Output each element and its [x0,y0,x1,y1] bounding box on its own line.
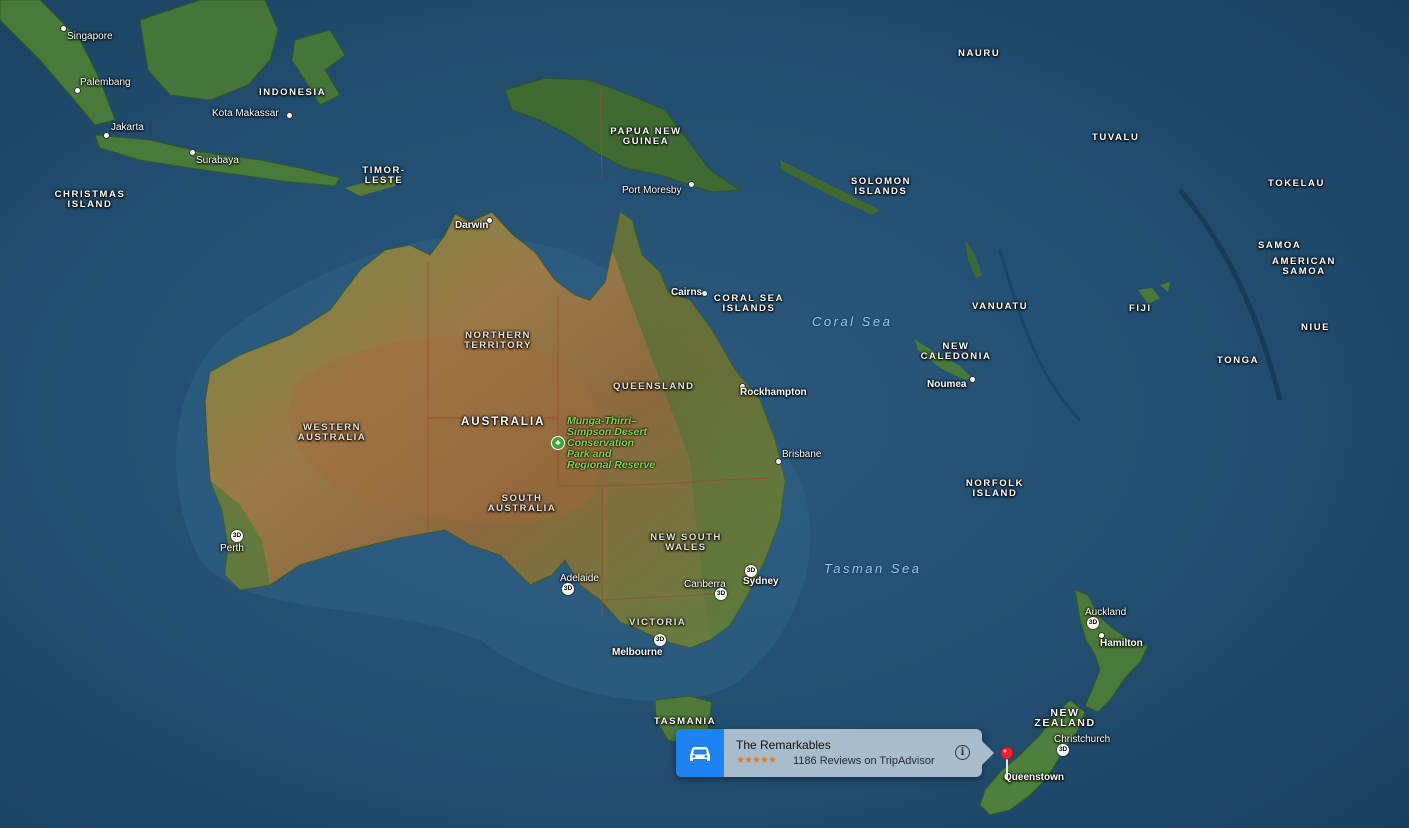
label-jakarta[interactable]: Jakarta [111,123,144,133]
label-solomon-islands[interactable]: SOLOMON ISLANDS [848,177,914,197]
city-dot[interactable] [286,112,293,119]
city-dot[interactable] [775,458,782,465]
label-christmas-island[interactable]: CHRISTMAS ISLAND [50,190,130,210]
label-tonga[interactable]: TONGA [1217,356,1259,366]
label-american-samoa[interactable]: AMERICAN SAMOA [1268,257,1340,277]
label-line: LESTE [364,175,404,186]
3d-badge-icon[interactable]: 3D [1087,617,1099,629]
label-line: ISLAND [972,488,1018,499]
label-singapore[interactable]: Singapore [67,32,113,42]
car-icon [690,747,710,761]
label-vanuatu[interactable]: VANUATU [972,302,1028,312]
rating-stars-icon: ★★★★★ [736,755,777,766]
label-line: TERRITORY [464,340,532,351]
label-queensland[interactable]: QUEENSLAND [613,382,695,392]
label-indonesia[interactable]: INDONESIA [259,88,326,98]
city-dot[interactable] [969,376,976,383]
label-victoria[interactable]: VICTORIA [629,618,686,628]
label-line: Regional Reserve [567,459,656,471]
label-kota-makassar[interactable]: Kota Makassar [212,109,279,119]
info-icon[interactable]: i [955,745,970,760]
label-darwin[interactable]: Darwin [455,221,488,231]
satellite-map[interactable] [0,0,1409,828]
callout-reviews: 1186 Reviews on TripAdvisor [793,755,935,767]
label-samoa[interactable]: SAMOA [1258,241,1301,251]
label-hamilton[interactable]: Hamilton [1100,639,1143,649]
label-new-caledonia[interactable]: NEW CALEDONIA [918,342,994,362]
label-line: ISLANDS [854,186,908,197]
label-coral-sea-islands[interactable]: CORAL SEA ISLANDS [706,294,792,314]
label-line: SAMOA [1282,266,1326,277]
label-surabaya[interactable]: Surabaya [196,156,239,166]
label-papua-new-guinea[interactable]: PAPUA NEW GUINEA [602,127,690,147]
3d-badge-icon[interactable]: 3D [715,588,727,600]
label-perth[interactable]: Perth [220,544,244,554]
label-sydney[interactable]: Sydney [743,577,779,587]
label-line: GUINEA [622,136,670,147]
label-line: AUSTRALIA [487,503,557,514]
city-dot[interactable] [688,181,695,188]
map-pin-icon[interactable] [1000,746,1014,782]
label-port-moresby[interactable]: Port Moresby [622,186,681,196]
label-line: CALEDONIA [920,351,992,362]
label-niue[interactable]: NIUE [1301,323,1330,333]
label-tokelau[interactable]: TOKELAU [1268,179,1325,189]
label-new-zealand[interactable]: NEW ZEALAND [1032,708,1098,729]
label-fiji[interactable]: FIJI [1129,304,1152,314]
3d-badge-icon[interactable]: 3D [654,634,666,646]
label-line: ISLANDS [722,303,776,314]
label-line: WALES [665,542,707,553]
label-timor-leste[interactable]: TIMOR- LESTE [362,166,406,186]
park-tree-icon[interactable]: ♣ [551,436,565,450]
label-line: ISLAND [67,199,113,210]
city-dot[interactable] [189,149,196,156]
city-dot[interactable] [60,25,67,32]
3d-badge-icon[interactable]: 3D [231,530,243,542]
label-rockhampton[interactable]: Rockhampton [740,388,807,398]
3d-badge-icon[interactable]: 3D [562,583,574,595]
place-callout[interactable]: The Remarkables ★★★★★ 1186 Reviews on Tr… [676,729,994,777]
label-coral-sea[interactable]: Coral Sea [812,315,892,328]
label-palembang[interactable]: Palembang [80,78,131,88]
label-cairns[interactable]: Cairns [671,288,702,298]
label-line: AUSTRALIA [297,432,367,443]
3d-badge-icon[interactable]: 3D [1057,744,1069,756]
label-western-australia[interactable]: WESTERN AUSTRALIA [290,423,374,443]
city-dot[interactable] [103,132,110,139]
city-dot[interactable] [74,87,81,94]
label-tasman-sea[interactable]: Tasman Sea [824,562,922,575]
label-melbourne[interactable]: Melbourne [612,648,663,658]
label-line: ZEALAND [1034,717,1096,729]
label-northern-territory[interactable]: NORTHERN TERRITORY [456,331,540,351]
label-noumea[interactable]: Noumea [927,380,966,390]
label-nauru[interactable]: NAURU [958,49,1000,59]
label-tasmania[interactable]: TASMANIA [654,717,716,727]
label-tuvalu[interactable]: TUVALU [1092,133,1139,143]
label-australia[interactable]: AUSTRALIA [461,416,545,428]
label-park[interactable]: Munga-Thirri– Simpson Desert Conservation P… [567,416,655,471]
label-new-south-wales[interactable]: NEW SOUTH WALES [643,533,729,553]
directions-button[interactable] [676,729,724,777]
label-norfolk-island[interactable]: NORFOLK ISLAND [960,479,1030,499]
label-south-australia[interactable]: SOUTH AUSTRALIA [482,494,562,514]
label-brisbane[interactable]: Brisbane [782,450,821,460]
callout-title: The Remarkables [736,738,831,752]
